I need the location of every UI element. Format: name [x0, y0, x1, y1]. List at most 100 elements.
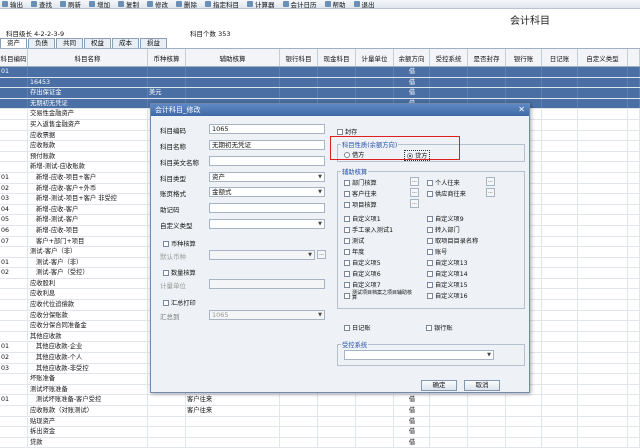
aux-label: 自定义项16 [435, 293, 468, 300]
aux-checkbox[interactable]: 转入部门 [427, 225, 460, 234]
column-header[interactable]: 银行科目 [280, 49, 318, 66]
table-cell [0, 384, 28, 395]
journal-checkbox[interactable]: 日记账 [344, 323, 371, 332]
column-header[interactable]: 是否封存 [468, 49, 506, 66]
page-format-select[interactable]: 金额式 ▼ [209, 187, 325, 197]
toolbar-button[interactable]: 输出 [2, 0, 23, 8]
aux-checkbox[interactable]: 自定义项14 [427, 269, 468, 278]
toolbar-button[interactable]: 查找 [31, 0, 52, 8]
aux-checkbox[interactable]: 测试 [344, 236, 364, 245]
table-row[interactable]: 拆出资金 借 [0, 427, 640, 438]
aux-checkbox[interactable]: 自定义项6 [344, 269, 381, 278]
summary-to-value: 1065 [212, 311, 229, 319]
account-type-select[interactable]: 资产 ▼ [209, 172, 325, 182]
aux-browse-button[interactable]: ... [410, 188, 419, 197]
aux-checkbox[interactable]: 自定义项7 [344, 280, 381, 289]
table-cell [628, 236, 640, 247]
summary-to-select[interactable]: 1065 ▼ [209, 310, 325, 320]
close-icon[interactable]: ✕ [518, 104, 525, 116]
table-cell [506, 67, 542, 77]
aux-checkbox[interactable]: 测试项目档案之项目辅助核算 [344, 291, 414, 301]
aux-checkbox[interactable]: 个人往来 [427, 178, 460, 187]
column-header[interactable]: 受控系统 [430, 49, 468, 66]
aux-checkbox[interactable]: 年度 [344, 247, 364, 256]
column-header[interactable]: 现金科目 [318, 49, 356, 66]
table-cell [578, 172, 628, 183]
table-cell [578, 257, 628, 268]
summary-print-checkbox[interactable]: 汇总打印 [163, 298, 196, 307]
toolbar-button[interactable]: 帮助 [324, 0, 346, 8]
column-header[interactable]: 科目名称 [28, 49, 148, 66]
toolbar-button[interactable]: 复制 [118, 0, 139, 8]
column-header[interactable]: 辅助核算 [186, 49, 280, 66]
table-cell [542, 247, 578, 257]
toolbar-button[interactable]: 删除 [176, 0, 197, 8]
tab-0[interactable]: 资产 [0, 38, 27, 48]
bankbook-checkbox[interactable]: 银行账 [426, 323, 453, 332]
column-header[interactable]: 自定义类型 [578, 49, 628, 66]
mnemonic-field[interactable] [209, 203, 325, 213]
currency-browse-button[interactable]: ... [317, 250, 326, 259]
tab-3[interactable]: 权益 [84, 38, 111, 48]
table-row[interactable]: 01 借 [0, 67, 640, 78]
aux-checkbox[interactable]: 项目核算 [344, 200, 377, 209]
table-row[interactable]: 贷款 借 [0, 437, 640, 448]
aux-checkbox[interactable]: 自定义项15 [427, 280, 468, 289]
table-row[interactable]: 01 测试坏账准备-客户受控 客户往来 借 [0, 395, 640, 406]
column-header[interactable]: 币种核算 [148, 49, 186, 66]
aux-checkbox[interactable]: 取项目目录名称 [427, 236, 478, 245]
aux-browse-button[interactable]: ... [410, 199, 419, 208]
chevron-down-icon: ▼ [318, 174, 322, 180]
column-header[interactable]: 日记账 [542, 49, 578, 66]
column-header[interactable]: 计量单位 [356, 49, 394, 66]
toolbar-button[interactable]: 修改 [147, 0, 168, 8]
tab-1[interactable]: 负债 [28, 38, 55, 48]
ok-button[interactable]: 确定 [421, 380, 457, 391]
tab-2[interactable]: 共同 [56, 38, 83, 48]
controlled-system-select[interactable]: ▼ [344, 350, 494, 360]
cancel-button[interactable]: 取消 [464, 380, 500, 391]
aux-checkbox[interactable]: 自定义项9 [427, 214, 464, 223]
quantity-checkbox[interactable]: 数量核算 [163, 268, 196, 277]
aux-checkbox[interactable]: 供应商往来 [427, 189, 466, 198]
table-row[interactable]: 存出保证金 美元 借 [0, 88, 640, 99]
toolbar-button[interactable]: 增加 [89, 0, 110, 9]
english-name-field[interactable] [209, 156, 325, 166]
toolbar-button[interactable]: 指定科目 [205, 0, 239, 8]
table-row[interactable]: 贴现资产 借 [0, 416, 640, 428]
aux-checkbox[interactable]: 客户往来 [344, 189, 377, 198]
name-field[interactable]: 无期初无凭证 [209, 140, 325, 150]
aux-checkbox[interactable]: 部门核算 [344, 178, 377, 187]
aux-checkbox[interactable]: 自定义项1 [344, 214, 381, 223]
aux-browse-button[interactable]: ... [486, 177, 495, 186]
aux-checkbox[interactable]: 自定义项13 [427, 258, 468, 267]
aux-browse-button[interactable]: ... [486, 188, 495, 197]
table-row[interactable]: 16453 借 [0, 77, 640, 89]
toolbar-button[interactable]: 退出 [353, 0, 375, 8]
toolbar-button-label: 增加 [97, 1, 110, 9]
seal-checkbox[interactable]: 封存 [337, 127, 357, 136]
column-header[interactable]: 余额方向 [394, 49, 430, 66]
currency-checkbox[interactable]: 币种核算 [163, 239, 196, 248]
checkbox-box [344, 293, 350, 299]
toolbar-icon [353, 1, 360, 7]
aux-browse-button[interactable]: ... [410, 177, 419, 186]
aux-label: 部门核算 [352, 180, 377, 187]
column-header[interactable]: 科目编码 [0, 49, 28, 66]
aux-checkbox[interactable]: 账号 [427, 247, 447, 256]
toolbar-button[interactable]: 会计日历 [282, 0, 317, 8]
unit-field[interactable] [209, 279, 325, 289]
custom-type-select[interactable]: ▼ [209, 219, 325, 229]
tab-5[interactable]: 损益 [140, 38, 167, 48]
aux-checkbox[interactable]: 自定义项16 [427, 291, 468, 300]
aux-checkbox[interactable]: 手工录入测试1 [344, 225, 393, 234]
tab-4[interactable]: 成本 [112, 38, 139, 48]
toolbar-button[interactable]: 计算器 [247, 0, 275, 8]
aux-checkbox[interactable]: 自定义项5 [344, 258, 381, 267]
column-header[interactable]: 银行账 [506, 49, 542, 66]
toolbar-button[interactable]: 刷新 [60, 0, 81, 8]
table-cell [148, 77, 186, 88]
table-row[interactable]: 应收账款（对账测试） 客户往来 借 [0, 406, 640, 417]
default-currency-select[interactable]: ▼ [209, 250, 315, 260]
code-field[interactable]: 1065 [209, 124, 325, 134]
